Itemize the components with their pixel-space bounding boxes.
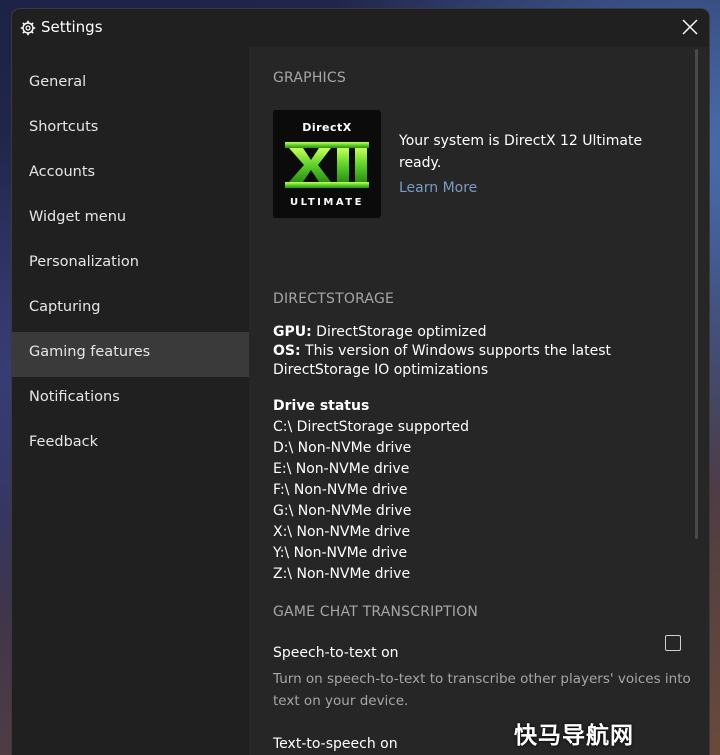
sidebar-item-label: Widget menu xyxy=(29,209,127,225)
watermark-text: 快马导航网 xyxy=(514,723,634,749)
settings-window: Settings General Shortcuts Accounts Widg… xyxy=(12,9,709,755)
sidebar-item-capturing[interactable]: Capturing xyxy=(12,287,249,332)
os-status: OS: This version of Windows supports the… xyxy=(273,342,693,380)
sidebar-item-label: Notifications xyxy=(29,389,120,405)
close-button[interactable] xyxy=(671,9,709,47)
logo-top-text: DirectX xyxy=(302,121,352,134)
speech-to-text-description: Turn on speech-to-text to transcribe oth… xyxy=(273,671,691,709)
drive-status-label: Drive status xyxy=(273,398,370,414)
directx-xii-mark-icon xyxy=(285,142,369,188)
gear-icon xyxy=(20,20,36,36)
content-scrollbar[interactable] xyxy=(695,49,698,539)
sidebar-item-label: Gaming features xyxy=(29,344,151,360)
drive-status-item: E:\ Non-NVMe drive xyxy=(273,461,410,477)
drive-status-item: Y:\ Non-NVMe drive xyxy=(273,545,408,561)
learn-more-link[interactable]: Learn More xyxy=(399,180,477,196)
sidebar-item-label: Feedback xyxy=(29,434,99,450)
title-bar: Settings xyxy=(12,9,709,47)
drive-status-item: F:\ Non-NVMe drive xyxy=(273,482,408,498)
window-title: Settings xyxy=(41,18,103,36)
sidebar-item-feedback[interactable]: Feedback xyxy=(12,422,249,467)
sidebar-item-accounts[interactable]: Accounts xyxy=(12,152,249,197)
gpu-status: GPU: DirectStorage optimized xyxy=(273,323,487,342)
gpu-value: DirectStorage optimized xyxy=(311,324,487,340)
speech-to-text-label: Speech-to-text on xyxy=(273,645,399,661)
drive-status-item: G:\ Non-NVMe drive xyxy=(273,503,412,519)
text-to-speech-label: Text-to-speech on xyxy=(273,736,398,752)
sidebar-item-label: Shortcuts xyxy=(29,119,99,135)
gpu-label: GPU: xyxy=(273,324,312,340)
section-heading-game-chat-transcription: GAME CHAT TRANSCRIPTION xyxy=(273,604,479,620)
drive-status-item: X:\ Non-NVMe drive xyxy=(273,524,411,540)
logo-bottom-text: ULTIMATE xyxy=(290,197,364,208)
sidebar-item-widget-menu[interactable]: Widget menu xyxy=(12,197,249,242)
section-heading-directstorage: DIRECTSTORAGE xyxy=(273,291,395,307)
section-heading-graphics: GRAPHICS xyxy=(273,70,346,86)
sidebar-item-notifications[interactable]: Notifications xyxy=(12,377,249,422)
directx-ultimate-logo: DirectX ULTIMATE xyxy=(273,110,381,218)
settings-content: GRAPHICS DirectX ULTIMATE Your system is… xyxy=(249,47,709,755)
sidebar-item-label: General xyxy=(29,74,87,90)
os-label: OS: xyxy=(273,343,301,359)
sidebar-item-gaming-features[interactable]: Gaming features xyxy=(12,332,249,377)
close-icon xyxy=(682,19,698,35)
sidebar-item-label: Capturing xyxy=(29,299,101,315)
drive-status-item: D:\ Non-NVMe drive xyxy=(273,440,412,456)
os-value: This version of Windows supports the lat… xyxy=(273,343,611,378)
sidebar-item-general[interactable]: General xyxy=(12,62,249,107)
sidebar-item-label: Accounts xyxy=(29,164,96,180)
speech-to-text-checkbox[interactable] xyxy=(665,635,681,651)
sidebar-item-personalization[interactable]: Personalization xyxy=(12,242,249,287)
directx-status-text: Your system is DirectX 12 Ultimate ready… xyxy=(399,133,643,171)
drive-status-item: C:\ DirectStorage supported xyxy=(273,419,470,435)
drive-status-item: Z:\ Non-NVMe drive xyxy=(273,566,411,582)
sidebar-item-label: Personalization xyxy=(29,254,139,270)
settings-sidebar: General Shortcuts Accounts Widget menu P… xyxy=(12,47,249,755)
sidebar-item-shortcuts[interactable]: Shortcuts xyxy=(12,107,249,152)
